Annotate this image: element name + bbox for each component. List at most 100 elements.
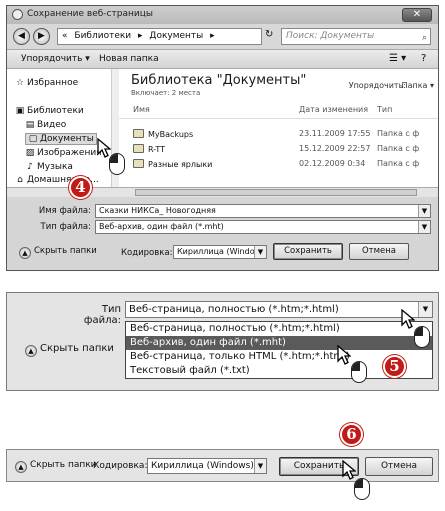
chevron-up-icon: ▲ — [19, 247, 31, 259]
help-icon[interactable]: ? — [421, 53, 426, 64]
filename-input[interactable]: Сказки НИКСа_ Новогодняя ▼ — [95, 204, 431, 218]
nav-item-video[interactable]: ▤ Видео — [25, 120, 67, 130]
scrollbar-thumb[interactable] — [135, 189, 417, 196]
filetype-value: Веб-страница, полностью (*.htm;*.html) — [129, 304, 339, 315]
search-placeholder: Поиск: Документы — [286, 31, 375, 41]
nav-item-label: Видео — [37, 120, 67, 130]
title-bar: Сохранение веб-страницы ✕ — [7, 6, 438, 24]
nav-item-images[interactable]: ▨ Изображения — [25, 148, 102, 158]
folder-name: R-TT — [133, 144, 165, 154]
folder-type: Папка с ф — [377, 159, 420, 168]
back-button[interactable]: ◀ — [13, 28, 30, 45]
view-options-icon[interactable]: ☰ ▾ — [389, 53, 406, 64]
pointer-cursor-icon — [342, 460, 356, 480]
encoding-label: Кодировка: — [121, 248, 173, 258]
nav-item-libraries[interactable]: ▣ Библиотеки — [15, 106, 84, 116]
folder-date: 02.12.2009 0:34 — [299, 159, 366, 168]
star-icon: ☆ — [15, 78, 25, 88]
hide-folders-label: Скрыть папки — [40, 343, 114, 354]
chevron-down-icon[interactable]: ▼ — [254, 459, 266, 473]
column-header-name[interactable]: Имя — [133, 105, 150, 114]
library-icon: ▣ — [15, 106, 25, 116]
folder-date: 23.11.2009 17:55 — [299, 129, 371, 138]
encoding-select[interactable]: Кириллица (Windows) ▼ — [173, 245, 267, 259]
filename-label: Имя файла: — [38, 206, 91, 216]
hide-folders-button[interactable]: ▲ Скрыть папки — [19, 246, 97, 259]
library-subtitle[interactable]: Включает: 2 места — [131, 89, 200, 97]
nav-item-label: Библиотеки — [27, 106, 84, 116]
nav-item-label: Избранное — [27, 78, 79, 88]
search-icon[interactable]: ⌕ — [422, 31, 427, 46]
chevron-down-icon[interactable]: ▼ — [418, 302, 432, 317]
column-header-date[interactable]: Дата изменения — [299, 105, 368, 114]
video-icon: ▤ — [25, 120, 35, 130]
step-badge: 6 — [340, 423, 363, 446]
file-row[interactable]: MyBackups 23.11.2009 17:55 Папка с ф — [119, 127, 438, 141]
breadcrumb-overflow[interactable]: « — [62, 31, 68, 41]
save-button[interactable]: Сохранить — [273, 243, 343, 260]
arrange-by-label: Упорядочить: — [348, 81, 406, 90]
cancel-button[interactable]: Отмена — [349, 243, 409, 260]
nav-item-label: Музыка — [37, 162, 73, 172]
file-row[interactable]: R-TT 15.12.2009 22:57 Папка с ф — [119, 142, 438, 156]
toolbar: Упорядочить ▾ Новая папка ☰ ▾ ? — [7, 49, 438, 69]
folder-name: Разные ярлыки — [133, 159, 212, 169]
column-header-type[interactable]: Тип — [377, 105, 392, 114]
column-divider — [119, 118, 438, 119]
file-row[interactable]: Разные ярлыки 02.12.2009 0:34 Папка с ф — [119, 157, 438, 171]
breadcrumb-separator: ▸ — [210, 31, 215, 41]
chevron-down-icon[interactable]: ▼ — [254, 246, 266, 258]
chevron-down-icon[interactable]: ▼ — [418, 221, 430, 233]
filetype-select[interactable]: Веб-архив, один файл (*.mht) ▼ — [95, 220, 431, 234]
encoding-select[interactable]: Кириллица (Windows) ▼ — [147, 458, 267, 474]
cancel-button[interactable]: Отмена — [365, 457, 433, 476]
filetype-select[interactable]: Веб-страница, полностью (*.htm;*.html) ▼ — [125, 301, 433, 318]
search-input[interactable]: Поиск: Документы ⌕ — [281, 28, 431, 45]
pointer-cursor-icon — [401, 309, 415, 329]
organize-menu[interactable]: Упорядочить ▾ — [21, 54, 90, 64]
music-icon: ♪ — [27, 162, 33, 172]
dialog-title: Сохранение веб-страницы — [27, 9, 153, 19]
step-badge: 4 — [69, 176, 92, 199]
nav-item-documents[interactable]: ▢ Документы — [25, 133, 97, 145]
image-icon: ▨ — [25, 148, 35, 158]
chevron-up-icon: ▲ — [25, 345, 37, 357]
mouse-click-icon — [351, 361, 367, 383]
filename-value: Сказки НИКСа_ Новогодняя — [99, 206, 216, 215]
nav-item-music[interactable]: ♪ Музыка — [25, 162, 73, 172]
library-title: Библиотека "Документы" — [131, 73, 307, 88]
save-form: Имя файла: Сказки НИКСа_ Новогодняя ▼ Ти… — [7, 197, 438, 270]
folder-type: Папка с ф — [377, 144, 420, 153]
encoding-label: Кодировка: — [93, 461, 148, 471]
dropdown-option[interactable]: Веб-страница, полностью (*.htm;*.html) — [126, 322, 432, 336]
navigation-pane: ☆ Избранное ▣ Библиотеки ▤ Видео ▢ Документы… — [7, 69, 119, 187]
pointer-cursor-icon — [97, 138, 111, 158]
address-bar[interactable]: « Библиотеки ▸ Документы ▸ — [57, 28, 262, 45]
folder-type: Папка с ф — [377, 129, 420, 138]
step-badge: 5 — [383, 355, 406, 378]
refresh-icon[interactable]: ↻ — [265, 29, 273, 40]
homegroup-icon: ⌂ — [17, 175, 23, 185]
filetype-dropdown-screenshot: Тип файла: Веб-страница, полностью (*.ht… — [6, 292, 439, 391]
encoding-value: Кириллица (Windows) — [151, 461, 254, 471]
nav-item-label: Документы — [40, 134, 94, 144]
filetype-label: Тип файла: — [83, 304, 121, 326]
mouse-click-icon — [354, 478, 370, 500]
new-folder-button[interactable]: Новая папка — [99, 54, 159, 64]
save-dialog-screenshot: Сохранение веб-страницы ✕ ◀ ▶ « Библиоте… — [6, 5, 439, 271]
arrange-by-dropdown[interactable]: Папка ▾ — [402, 81, 434, 90]
hide-folders-button[interactable]: ▲ Скрыть папки — [15, 460, 97, 473]
hide-folders-button[interactable]: ▲ Скрыть папки — [25, 343, 114, 357]
nav-item-favorites[interactable]: ☆ Избранное — [15, 78, 78, 88]
chevron-down-icon[interactable]: ▼ — [418, 205, 430, 217]
forward-button[interactable]: ▶ — [33, 28, 50, 45]
file-list: Имя Дата изменения Тип MyBackups 23.11.2… — [119, 101, 438, 187]
breadcrumb-libraries[interactable]: Библиотеки — [74, 31, 131, 41]
chevron-up-icon: ▲ — [15, 461, 27, 473]
save-buttons-screenshot: ▲ Скрыть папки Кодировка: Кириллица (Wind… — [6, 418, 439, 505]
dropdown-option-selected[interactable]: Веб-архив, один файл (*.mht) — [126, 336, 432, 350]
breadcrumb-documents[interactable]: Документы — [149, 31, 203, 41]
filetype-label: Тип файла: — [40, 222, 91, 232]
close-button[interactable]: ✕ — [402, 8, 432, 22]
folder-name: MyBackups — [133, 129, 193, 139]
